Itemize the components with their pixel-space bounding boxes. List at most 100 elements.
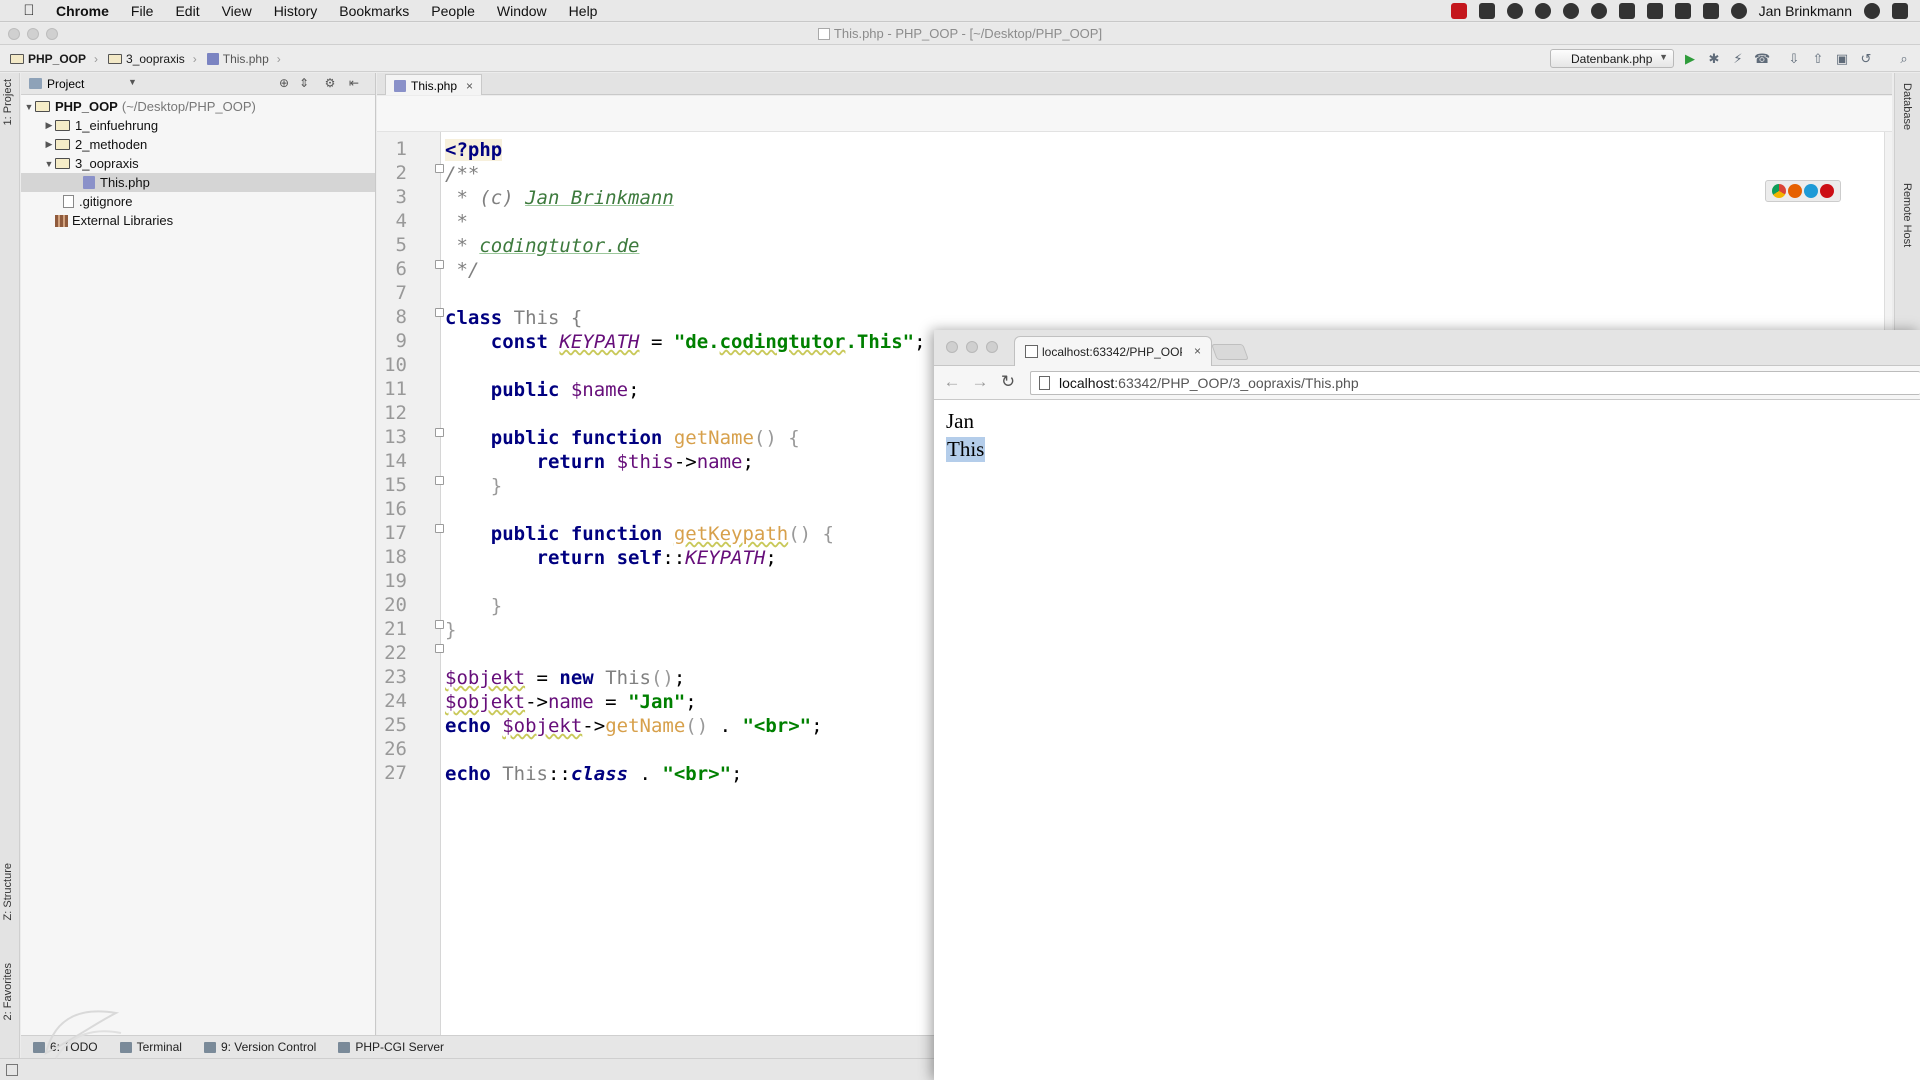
line-number-gutter: 1 2 3 4 5 6 7 8 9 10 11 12 13 14 15 16 17 18 19 20 21 22 23 24 2… bbox=[377, 132, 444, 1058]
user-name[interactable]: Jan Brinkmann bbox=[1759, 3, 1852, 19]
bluetooth-icon[interactable] bbox=[1702, 3, 1719, 19]
toggle-tool-windows-icon[interactable] bbox=[6, 1064, 18, 1076]
run-icon[interactable]: ▶ bbox=[1682, 51, 1698, 67]
dropbox-icon[interactable] bbox=[1618, 3, 1635, 19]
opera-icon[interactable] bbox=[1820, 184, 1834, 198]
info-icon[interactable] bbox=[1506, 3, 1523, 19]
vcs-update-icon[interactable]: ⇩ bbox=[1786, 51, 1802, 67]
tree-item-3-oopraxis[interactable]: ▼ 3_oopraxis bbox=[21, 154, 375, 173]
fold-marker-icon[interactable] bbox=[435, 428, 444, 437]
minimize-window-icon[interactable] bbox=[966, 341, 978, 353]
menu-view[interactable]: View bbox=[222, 3, 252, 19]
fold-marker-icon[interactable] bbox=[435, 620, 444, 629]
menu-people[interactable]: People bbox=[431, 3, 475, 19]
firefox-icon[interactable] bbox=[1788, 184, 1802, 198]
fold-marker-icon[interactable] bbox=[435, 164, 444, 173]
revert-icon[interactable]: ↺ bbox=[1858, 51, 1874, 67]
expand-arrow-icon[interactable]: ▼ bbox=[43, 159, 55, 169]
code-line-4: * bbox=[445, 211, 468, 233]
tab-favorites[interactable]: 2: Favorites bbox=[2, 963, 14, 1020]
notification-center-icon[interactable] bbox=[1892, 3, 1908, 19]
bookmark-app-icon[interactable] bbox=[1478, 3, 1495, 19]
breadcrumb-project[interactable]: PHP_OOP › bbox=[10, 52, 98, 66]
tree-item-external-libraries[interactable]: External Libraries bbox=[21, 211, 375, 230]
breadcrumb-file[interactable]: This.php › bbox=[206, 52, 281, 66]
tree-item-this-php[interactable]: This.php bbox=[21, 173, 375, 192]
ide-navigation-bar: PHP_OOP › 3_oopraxis › This.php › Datenbank… bbox=[0, 46, 1920, 72]
debug-icon[interactable]: ✱ bbox=[1706, 51, 1722, 67]
line-number: 27 bbox=[384, 762, 407, 784]
fold-marker-icon[interactable] bbox=[435, 260, 444, 269]
tree-item-1-einfuehrung[interactable]: ▶ 1_einfuehrung bbox=[21, 116, 375, 135]
tree-item-gitignore[interactable]: .gitignore bbox=[21, 192, 375, 211]
chrome-icon[interactable] bbox=[1772, 184, 1786, 198]
tab-terminal[interactable]: Terminal bbox=[119, 1040, 182, 1054]
tab-php-cgi-server[interactable]: PHP-CGI Server bbox=[338, 1040, 444, 1054]
back-arrow-icon[interactable]: ← bbox=[942, 372, 962, 392]
menu-app-chrome[interactable]: Chrome bbox=[56, 3, 109, 19]
hide-panel-icon[interactable]: ⇤ bbox=[347, 76, 361, 90]
address-bar[interactable]: localhost:63342/PHP_OOP/3_oopraxis/This.… bbox=[1030, 371, 1920, 395]
listen-debug-icon[interactable]: ☎ bbox=[1754, 51, 1770, 67]
collapse-arrow-icon[interactable]: ▶ bbox=[43, 120, 55, 131]
evernote-icon[interactable] bbox=[1534, 3, 1551, 19]
chrome-window: localhost:63342/PHP_OOP × ← → ↻ localhos… bbox=[934, 330, 1920, 1080]
tab-project[interactable]: 1: Project bbox=[2, 79, 14, 125]
forward-arrow-icon[interactable]: → bbox=[970, 372, 990, 392]
breadcrumb-folder[interactable]: 3_oopraxis › bbox=[108, 52, 197, 66]
chevron-down-icon[interactable]: ▼ bbox=[128, 77, 137, 87]
apple-icon[interactable]:  bbox=[18, 2, 40, 19]
vcs-commit-icon[interactable]: ⇧ bbox=[1810, 51, 1826, 67]
menu-help[interactable]: Help bbox=[569, 3, 598, 19]
spotlight-search-icon[interactable] bbox=[1864, 3, 1880, 19]
collapse-arrow-icon[interactable]: ▶ bbox=[43, 139, 55, 150]
volume-icon[interactable] bbox=[1674, 3, 1691, 19]
coverage-icon[interactable]: ⚡ bbox=[1730, 51, 1746, 67]
recording-icon[interactable] bbox=[1450, 3, 1467, 19]
scroll-from-source-icon[interactable]: ⊕ bbox=[277, 76, 291, 90]
zoom-window-icon[interactable] bbox=[986, 341, 998, 353]
project-icon bbox=[29, 78, 42, 89]
line-number: 10 bbox=[384, 354, 407, 376]
tab-database[interactable]: Database bbox=[1901, 83, 1913, 130]
close-window-icon[interactable] bbox=[946, 341, 958, 353]
fold-marker-icon[interactable] bbox=[435, 644, 444, 653]
tab-remote-host[interactable]: Remote Host bbox=[1901, 183, 1913, 247]
puzzle-icon[interactable] bbox=[1646, 3, 1663, 19]
safari-icon[interactable] bbox=[1804, 184, 1818, 198]
fold-marker-icon[interactable] bbox=[435, 524, 444, 533]
menu-bookmarks[interactable]: Bookmarks bbox=[339, 3, 409, 19]
line-number: 15 bbox=[384, 474, 407, 496]
reload-icon[interactable]: ↻ bbox=[998, 372, 1018, 392]
gear-icon[interactable]: ⚙ bbox=[323, 76, 337, 90]
tree-item-2-methoden[interactable]: ▶ 2_methoden bbox=[21, 135, 375, 154]
fold-marker-icon[interactable] bbox=[435, 308, 444, 317]
new-tab-button[interactable] bbox=[1211, 344, 1249, 360]
tab-version-control[interactable]: 9: Version Control bbox=[203, 1040, 316, 1054]
code-line-13: public function getName() { bbox=[490, 427, 800, 449]
tab-structure[interactable]: Z: Structure bbox=[2, 863, 14, 920]
time-machine-icon[interactable] bbox=[1730, 3, 1747, 19]
page-content: Jan This bbox=[934, 401, 1920, 1080]
menu-edit[interactable]: Edit bbox=[175, 3, 199, 19]
vcs-compare-icon[interactable]: ▣ bbox=[1834, 51, 1850, 67]
browser-tab[interactable]: localhost:63342/PHP_OOP × bbox=[1014, 336, 1212, 366]
tab-this-php[interactable]: This.php × bbox=[385, 74, 483, 95]
chrome-toolbar: ← → ↻ localhost:63342/PHP_OOP/3_oopraxis… bbox=[934, 366, 1920, 400]
tree-item-php-oop[interactable]: ▼ PHP_OOP (~/Desktop/PHP_OOP) bbox=[21, 97, 375, 116]
output-line-name: Jan bbox=[946, 409, 974, 433]
expand-arrow-icon[interactable]: ▼ bbox=[23, 102, 35, 112]
run-configuration-select[interactable]: Datenbank.php ▼ bbox=[1550, 49, 1674, 68]
search-icon[interactable]: ⌕ bbox=[1896, 51, 1912, 67]
leaf-icon[interactable] bbox=[1562, 3, 1579, 19]
project-view-select[interactable]: Project bbox=[47, 77, 84, 91]
output-line-class-selected[interactable]: This bbox=[946, 437, 986, 462]
menu-window[interactable]: Window bbox=[497, 3, 547, 19]
creative-cloud-icon[interactable] bbox=[1590, 3, 1607, 19]
collapse-all-icon[interactable]: ⇕ bbox=[297, 76, 311, 90]
fold-marker-icon[interactable] bbox=[435, 476, 444, 485]
menu-history[interactable]: History bbox=[274, 3, 318, 19]
menu-file[interactable]: File bbox=[131, 3, 154, 19]
close-tab-icon[interactable]: × bbox=[1194, 344, 1201, 358]
close-tab-icon[interactable]: × bbox=[466, 79, 473, 93]
